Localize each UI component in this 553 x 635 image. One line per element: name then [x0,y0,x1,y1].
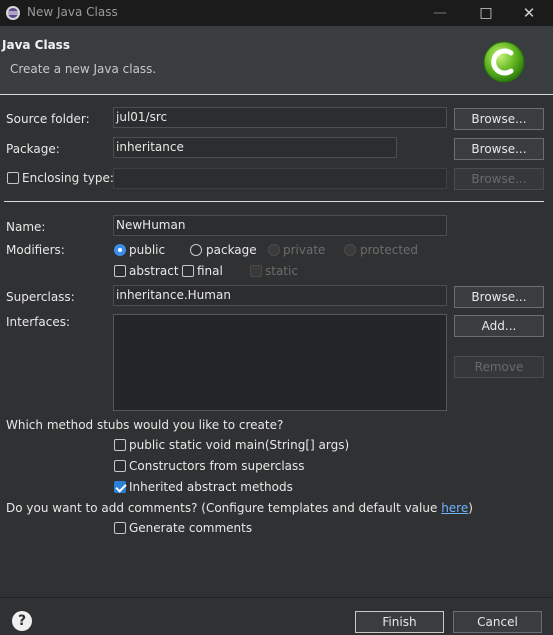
comments-question-end: ) [468,501,473,515]
modifier-private-radio[interactable] [268,244,280,256]
stub-constructors-checkbox[interactable] [114,460,126,472]
superclass-input[interactable]: inheritance.Human [113,285,447,306]
eclipse-app-icon [6,6,20,20]
package-label: Package: [6,142,60,156]
modifier-static-checkbox[interactable] [250,265,262,277]
enclosing-type-browse-button[interactable]: Browse... [454,168,544,190]
stub-main-label: public static void main(String[] args) [129,438,350,452]
enclosing-type-input[interactable] [113,168,447,189]
source-folder-input[interactable]: jul01/src [113,107,447,128]
modifier-protected-radio[interactable] [344,244,356,256]
modifier-static-label: static [265,264,298,278]
superclass-browse-button[interactable]: Browse... [454,286,544,308]
stub-constructors-label: Constructors from superclass [129,459,305,473]
comments-question-text: Do you want to add comments? (Configure … [6,501,442,515]
stub-main-checkbox[interactable] [114,439,126,451]
modifier-private-label: private [283,243,326,257]
modifier-final-label: final [197,264,223,278]
enclosing-type-label: Enclosing type: [22,171,114,185]
modifier-package-radio[interactable] [190,244,202,256]
maximize-icon[interactable]: □ [464,0,508,26]
header-divider [0,94,553,95]
source-folder-label: Source folder: [6,112,90,126]
modifier-package-label: package [206,243,257,257]
window-title: New Java Class [27,5,118,19]
comments-question: Do you want to add comments? (Configure … [6,501,473,515]
interfaces-add-button[interactable]: Add... [454,315,544,337]
modifier-protected-label: protected [360,243,419,257]
java-class-wizard-icon [483,41,525,83]
wizard-title: Java Class [2,38,70,52]
finish-button[interactable]: Finish [355,611,444,633]
name-input[interactable]: NewHuman [113,215,447,236]
wizard-header: Java Class Create a new Java class. [0,26,553,94]
footer-divider [0,597,553,598]
enclosing-type-checkbox[interactable] [7,172,19,184]
cancel-button[interactable]: Cancel [453,611,542,633]
interfaces-label: Interfaces: [6,315,71,329]
generate-comments-checkbox[interactable] [114,522,126,534]
minimize-icon[interactable]: — [418,0,462,26]
modifier-final-checkbox[interactable] [182,265,194,277]
modifier-abstract-checkbox[interactable] [114,265,126,277]
interfaces-remove-button[interactable]: Remove [454,356,544,378]
stub-inherited-label: Inherited abstract methods [129,480,293,494]
wizard-subtitle: Create a new Java class. [10,62,157,76]
modifier-abstract-label: abstract [129,264,179,278]
package-input[interactable]: inheritance [113,137,397,158]
name-label: Name: [6,220,46,234]
modifier-public-radio[interactable] [114,244,126,256]
configure-templates-link[interactable]: here [441,501,468,515]
superclass-label: Superclass: [6,290,75,304]
package-browse-button[interactable]: Browse... [454,138,544,160]
modifier-public-label: public [129,243,166,257]
help-icon[interactable]: ? [12,611,32,631]
stub-inherited-checkbox[interactable] [114,481,126,493]
generate-comments-label: Generate comments [129,521,253,535]
method-stubs-question: Which method stubs would you like to cre… [6,418,284,432]
interfaces-list[interactable] [113,314,447,411]
title-bar: New Java Class — □ ✕ [0,0,553,26]
source-folder-browse-button[interactable]: Browse... [454,108,544,130]
modifiers-label: Modifiers: [6,243,65,257]
close-icon[interactable]: ✕ [507,0,551,26]
section-divider [4,201,544,202]
